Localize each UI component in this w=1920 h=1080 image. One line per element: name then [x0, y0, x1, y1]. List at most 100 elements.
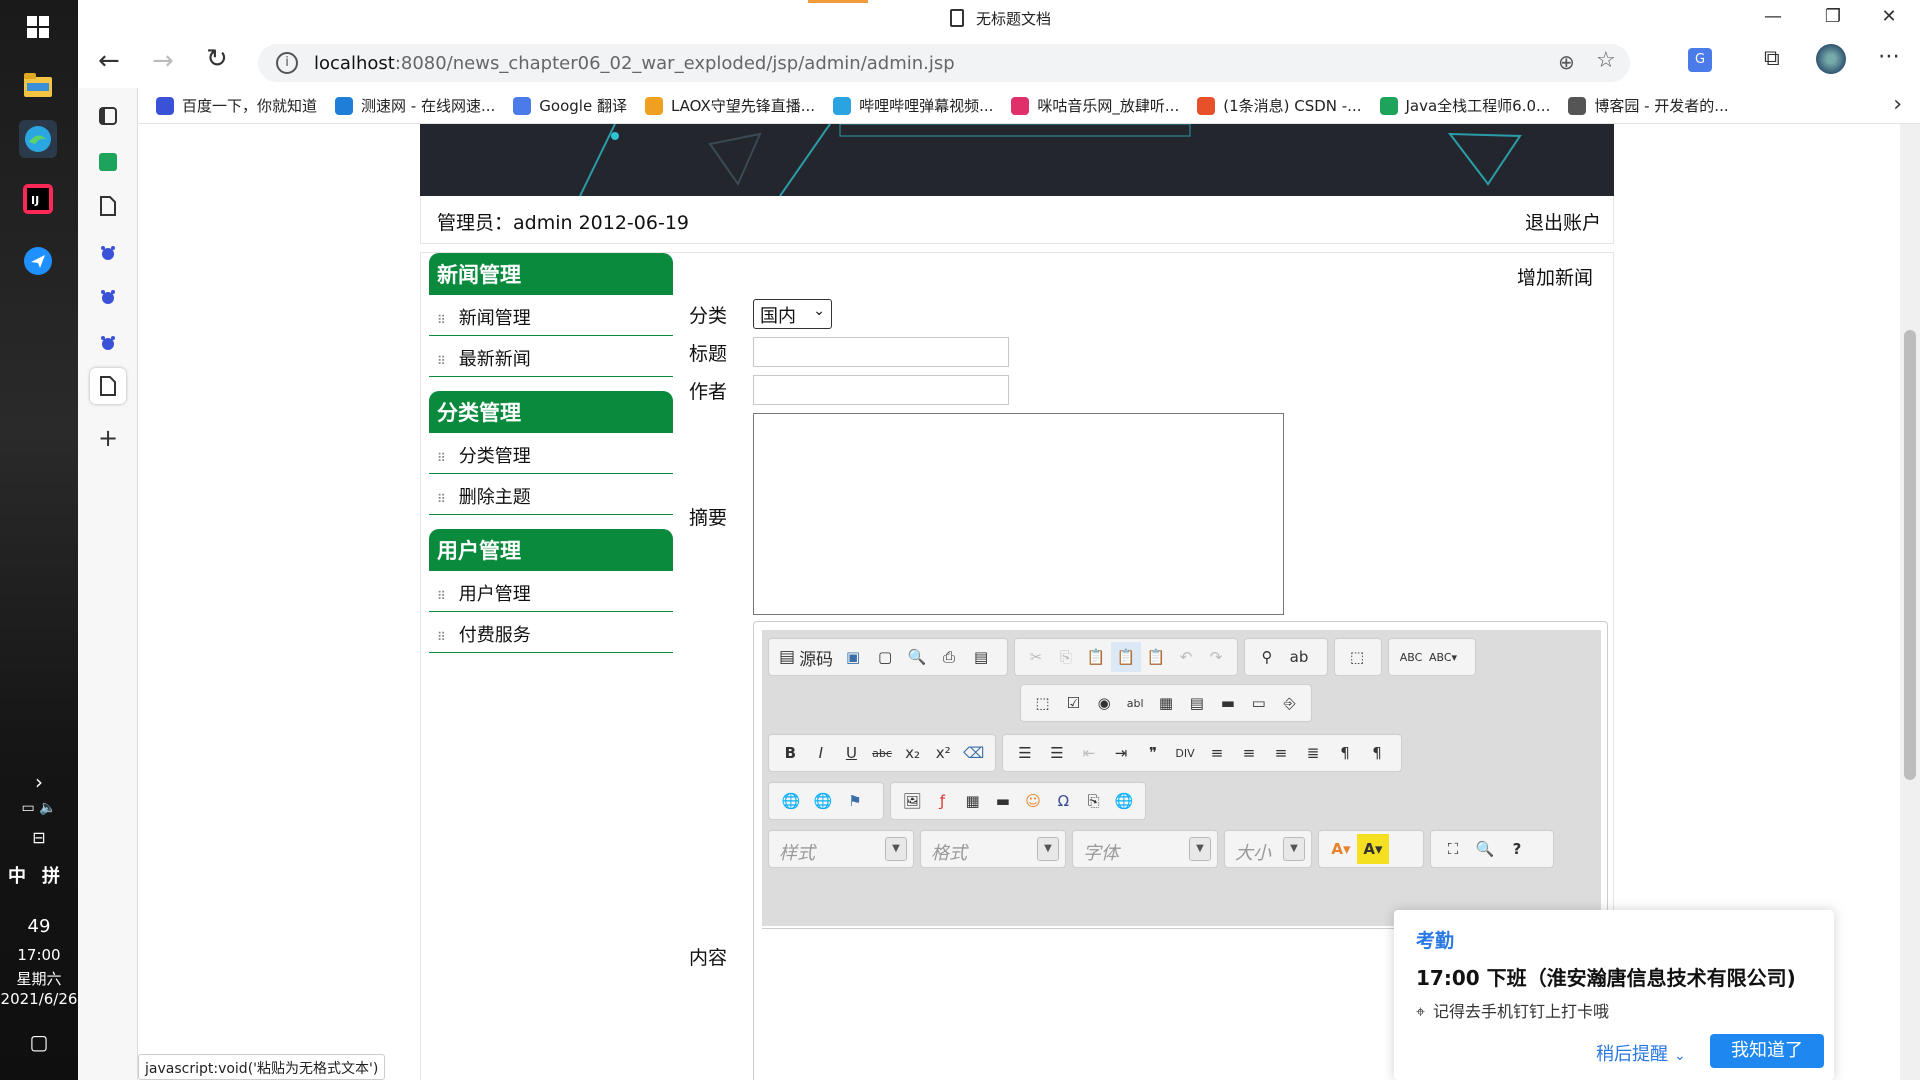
special-char-icon[interactable]: Ω: [1048, 786, 1078, 816]
form-icon[interactable]: ⬚: [1027, 688, 1058, 718]
paste-text-icon[interactable]: 📋: [1111, 642, 1141, 672]
bookmark-item[interactable]: LAOX守望先锋直播...: [644, 95, 815, 116]
page-scrollbar[interactable]: [1900, 124, 1920, 1080]
hidden-field-icon[interactable]: ⎆: [1274, 688, 1305, 718]
bulleted-list-icon[interactable]: ☰: [1041, 738, 1073, 768]
copy-icon[interactable]: ⎘: [1051, 642, 1081, 672]
textfield-icon[interactable]: abl: [1120, 688, 1151, 718]
new-tab-plus-icon[interactable]: +: [90, 420, 126, 456]
bookmark-item[interactable]: 博客园 - 开发者的...: [1568, 95, 1729, 116]
windows-start-icon[interactable]: [19, 8, 57, 46]
link-icon[interactable]: 🌐: [775, 786, 807, 816]
select-field-icon[interactable]: ▤: [1181, 688, 1212, 718]
restore-button[interactable]: ❐: [1808, 6, 1858, 27]
scrollbar-thumb[interactable]: [1904, 330, 1916, 780]
nav-item-user-manage[interactable]: ⠿ 用户管理: [429, 571, 673, 612]
file-explorer-icon[interactable]: [19, 66, 57, 104]
show-more-chevron-icon[interactable]: ›: [0, 770, 78, 794]
align-center-icon[interactable]: ≡: [1233, 738, 1265, 768]
italic-icon[interactable]: I: [806, 738, 837, 768]
button-field-icon[interactable]: ▬: [1212, 688, 1243, 718]
underline-icon[interactable]: U: [836, 738, 867, 768]
bookmark-item[interactable]: Java全栈工程师6.0...: [1379, 95, 1550, 116]
spellcheck-icon[interactable]: ABC: [1395, 642, 1427, 672]
align-justify-icon[interactable]: ≣: [1297, 738, 1329, 768]
intellij-icon[interactable]: IJ: [19, 180, 57, 218]
numbered-list-icon[interactable]: ☰: [1009, 738, 1041, 768]
find-icon[interactable]: ⚲: [1251, 642, 1283, 672]
nav-item-latest-news[interactable]: ⠿ 最新新闻: [429, 336, 673, 377]
tab-page-icon[interactable]: [90, 188, 126, 224]
templates-icon[interactable]: ▤: [965, 642, 997, 672]
save-icon[interactable]: ▣: [837, 642, 869, 672]
notification-center-icon[interactable]: ▢: [0, 1030, 78, 1054]
image-icon[interactable]: 🖼: [897, 786, 927, 816]
flash-icon[interactable]: ƒ: [927, 786, 957, 816]
url-text[interactable]: localhost:8080/news_chapter06_02_war_exp…: [314, 53, 955, 74]
category-select[interactable]: 国内 ⌄: [753, 299, 832, 329]
outdent-icon[interactable]: ⇤: [1073, 738, 1105, 768]
paste-icon[interactable]: 📋: [1081, 642, 1111, 672]
horizontal-rule-icon[interactable]: ▬: [988, 786, 1018, 816]
tab-baidu-icon[interactable]: [90, 234, 126, 270]
tab-active-page-icon[interactable]: [90, 368, 126, 404]
superscript-icon[interactable]: x²: [928, 738, 959, 768]
nav-item-news-manage[interactable]: ⠿ 新闻管理: [429, 295, 673, 336]
chat-app-icon[interactable]: [19, 242, 57, 280]
iframe-icon[interactable]: 🌐: [1109, 786, 1139, 816]
background-color-icon[interactable]: A▾: [1357, 834, 1389, 864]
nav-item-delete-topic[interactable]: ⠿ 删除主题: [429, 474, 673, 515]
show-blocks-icon[interactable]: 🔍: [1469, 834, 1501, 864]
blockquote-icon[interactable]: ❞: [1137, 738, 1169, 768]
strike-icon[interactable]: abc: [867, 738, 898, 768]
align-left-icon[interactable]: ≡: [1201, 738, 1233, 768]
textarea-icon[interactable]: ▦: [1151, 688, 1182, 718]
size-combo[interactable]: 大小 ▼: [1224, 830, 1312, 868]
site-info-icon[interactable]: i: [276, 52, 298, 74]
bold-icon[interactable]: B: [775, 738, 806, 768]
zoom-icon[interactable]: ⊕: [1558, 50, 1575, 74]
close-button[interactable]: ✕: [1864, 6, 1914, 27]
back-icon[interactable]: ←: [98, 46, 120, 76]
author-input[interactable]: [753, 375, 1009, 405]
logout-link[interactable]: 退出账户: [1525, 208, 1601, 235]
weather-badge[interactable]: 49: [0, 916, 78, 937]
bookmarks-more-chevron-icon[interactable]: ›: [1893, 92, 1902, 117]
subscript-icon[interactable]: x₂: [897, 738, 928, 768]
bookmark-item[interactable]: 哔哩哔哩弹幕视频...: [833, 95, 993, 116]
clock-time[interactable]: 17:00: [0, 946, 78, 964]
tab-baidu-icon[interactable]: [90, 278, 126, 314]
paste-word-icon[interactable]: 📋: [1141, 642, 1171, 672]
div-container-icon[interactable]: DIV: [1169, 738, 1201, 768]
remind-later-button[interactable]: 稍后提醒 ⌄: [1596, 1040, 1686, 1066]
tab-baidu-icon[interactable]: [90, 324, 126, 360]
replace-icon[interactable]: ab: [1283, 642, 1315, 672]
address-bar[interactable]: i localhost:8080/news_chapter06_02_war_e…: [258, 44, 1630, 82]
battery-volume-icons[interactable]: ▭ 🔈: [0, 800, 78, 816]
undo-icon[interactable]: ↶: [1171, 642, 1201, 672]
translate-extension-icon[interactable]: G: [1688, 48, 1712, 72]
acknowledge-button[interactable]: 我知道了: [1710, 1034, 1824, 1068]
maximize-icon[interactable]: ⛶: [1437, 834, 1469, 864]
tab-actions-icon[interactable]: [90, 98, 126, 134]
text-color-icon[interactable]: A▾: [1325, 834, 1357, 864]
spellcheck-dropdown-icon[interactable]: ABC▾: [1427, 642, 1459, 672]
font-combo[interactable]: 字体 ▼: [1072, 830, 1218, 868]
style-combo[interactable]: 样式 ▼: [768, 830, 914, 868]
summary-textarea[interactable]: [753, 413, 1284, 615]
minimize-button[interactable]: —: [1748, 6, 1798, 27]
select-all-icon[interactable]: ⬚: [1341, 642, 1373, 672]
table-icon[interactable]: ▦: [958, 786, 988, 816]
redo-icon[interactable]: ↷: [1201, 642, 1231, 672]
nav-item-paid-service[interactable]: ⠿ 付费服务: [429, 612, 673, 653]
ime-mode[interactable]: 拼: [0, 862, 78, 888]
bookmark-item[interactable]: 咪咕音乐网_放肆听...: [1011, 95, 1179, 116]
ltr-icon[interactable]: ¶: [1329, 738, 1361, 768]
source-button[interactable]: ▤ 源码: [775, 642, 837, 672]
checkbox-icon[interactable]: ☑: [1058, 688, 1089, 718]
more-menu-icon[interactable]: ⋯: [1878, 44, 1900, 69]
tab-icon[interactable]: [90, 144, 126, 180]
favorite-star-icon[interactable]: ☆: [1596, 48, 1616, 73]
bookmark-item[interactable]: 百度一下，你就知道: [156, 95, 317, 116]
anchor-flag-icon[interactable]: ⚑: [839, 786, 871, 816]
